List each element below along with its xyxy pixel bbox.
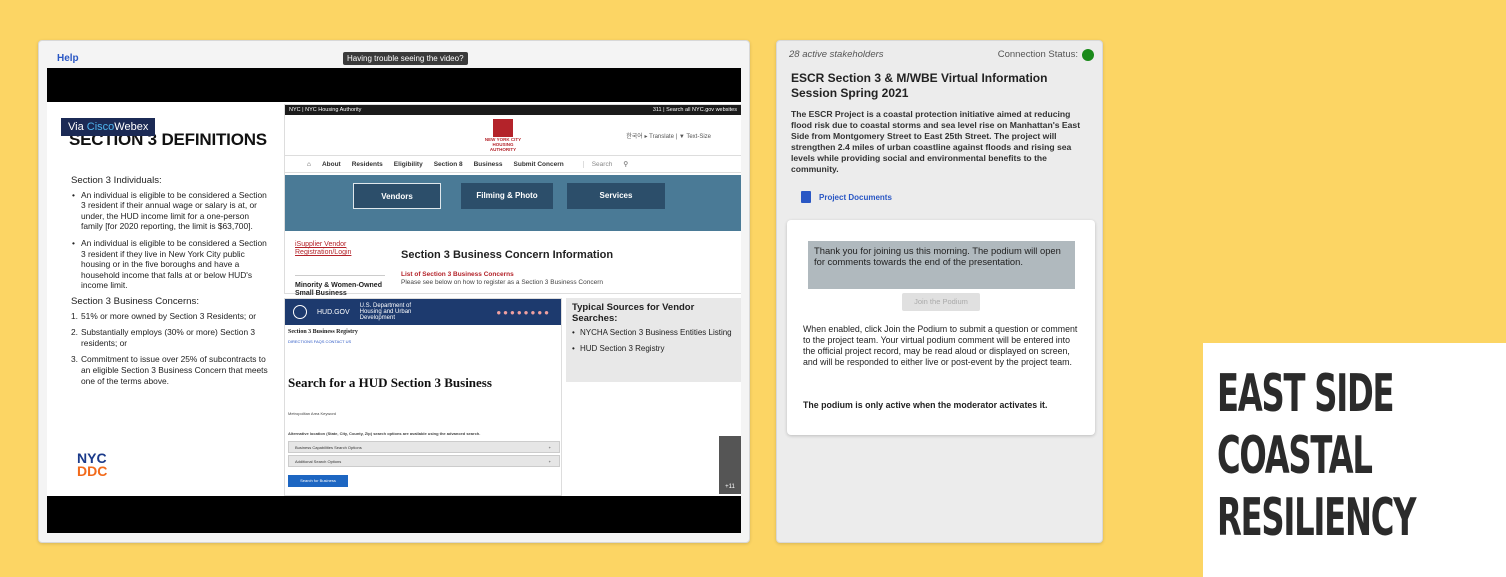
nyc-ddc-logo: NYC DDC (77, 450, 108, 479)
help-link[interactable]: Help (57, 53, 79, 64)
session-description: The ESCR Project is a coastal protection… (791, 109, 1081, 174)
concern-item: 3. Commitment to issue over 25% of subcon… (71, 354, 268, 386)
session-panel: 28 active stakeholders Connection Status… (776, 40, 1103, 543)
podium-card: Thank you for joining us this morning. T… (787, 220, 1095, 435)
presentation-slide: Via CiscoWebex SECTION 3 DEFINITIONS Sec… (47, 102, 741, 496)
nycha-nav: ⌂ About Residents Eligibility Section 8 Bus… (285, 155, 741, 173)
nycha-screenshot: NYC | NYC Housing Authority 311 | Search … (284, 104, 741, 297)
join-podium-button[interactable]: Join the Podium (902, 293, 980, 311)
individual-item: An individual is eligible to be consider… (71, 190, 271, 232)
participants-overflow[interactable]: +11 (719, 436, 741, 494)
project-documents-link[interactable]: Project Documents (819, 193, 892, 202)
nycha-logo: NEW YORK CITY HOUSING AUTHORITY (483, 119, 523, 153)
social-icons: ●●●●●●●● (496, 307, 551, 317)
home-icon: ⌂ (307, 160, 311, 168)
concern-item: 1. 51% or more owned by Section 3 Residen… (71, 310, 257, 321)
trouble-video-button[interactable]: Having trouble seeing the video? (343, 52, 468, 65)
slide-definitions: Section 3 Individuals: An individual is … (71, 175, 271, 392)
connection-status-icon (1082, 49, 1094, 61)
individuals-heading: Section 3 Individuals: (71, 175, 162, 186)
typical-sources: Typical Sources for Vendor Searches: NYC… (566, 298, 741, 382)
webex-badge: Via CiscoWebex (61, 118, 156, 136)
video-player[interactable]: Via CiscoWebex SECTION 3 DEFINITIONS Sec… (47, 68, 741, 533)
individual-item: An individual is eligible to be consider… (71, 238, 271, 291)
hud-screenshot: HUD.GOV U.S. Department of Housing and U… (284, 298, 562, 496)
session-title: ESCR Section 3 & M/WBE Virtual Informati… (791, 71, 1048, 100)
podium-active-note: The podium is only active when the moder… (803, 400, 1048, 410)
podium-instructions: When enabled, click Join the Podium to s… (803, 324, 1078, 367)
concern-item: 2. Substantially employs (30% or more) Se… (71, 327, 256, 348)
connection-status-label: Connection Status: (997, 49, 1078, 60)
video-panel: Help Having trouble seeing the video? Vi… (38, 40, 750, 543)
hud-seal-icon (293, 305, 307, 319)
concerns-heading: Section 3 Business Concerns: (71, 295, 199, 307)
podium-notice: Thank you for joining us this morning. T… (808, 241, 1075, 289)
search-icon: ⚲ (623, 161, 629, 168)
stakeholder-count: 28 active stakeholders (789, 49, 884, 60)
east-side-coastal-resiliency-logo: EAST SIDE COASTAL RESILIENCY (1203, 343, 1506, 577)
document-icon (801, 191, 811, 203)
